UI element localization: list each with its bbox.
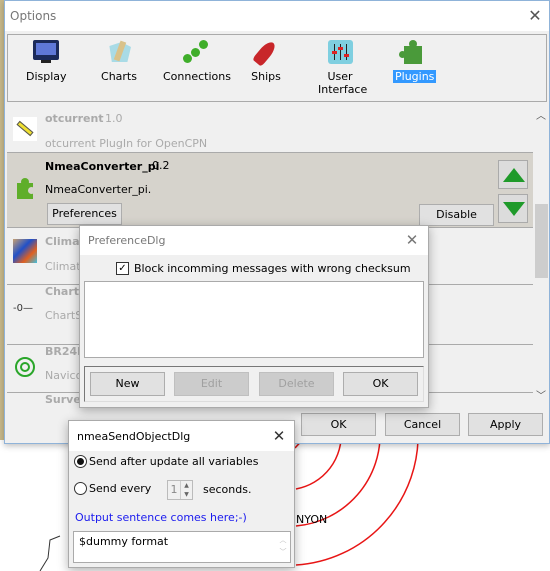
preference-titlebar[interactable]: PreferenceDlg ✕ <box>80 226 428 255</box>
options-titlebar[interactable]: Options ✕ <box>5 1 549 31</box>
toolbar-connections[interactable]: Connections <box>163 38 231 83</box>
textarea-scroll-icon[interactable]: ︿ ﹀ <box>278 534 288 558</box>
toolbar-display[interactable]: Display <box>26 38 67 83</box>
toolbar-plugins[interactable]: Plugins <box>393 38 437 83</box>
charts-icon <box>104 38 134 66</box>
plugin-list-scrollbar[interactable]: ︿ ﹀ <box>533 105 549 407</box>
plugin-row-nmeaconverter[interactable]: NmeaConverter_pi 0.2 NmeaConverter_pi. P… <box>7 153 533 228</box>
connections-icon <box>180 38 210 66</box>
nmea-titlebar[interactable]: nmeaSendObjectDlg ✕ <box>69 421 294 451</box>
monitor-icon <box>31 38 61 66</box>
chart-scale-icon: -0— <box>13 303 33 314</box>
options-title: Options <box>10 9 57 23</box>
arrow-down-icon <box>503 202 525 216</box>
move-up-button[interactable] <box>498 160 528 189</box>
block-checksum-checkbox[interactable]: ✓ <box>116 261 129 275</box>
range-ring-3 <box>295 440 419 566</box>
format-textarea[interactable]: $dummy format ︿ ﹀ <box>73 531 291 563</box>
spin-arrows-icon[interactable]: ▲ ▼ <box>180 481 192 499</box>
send-every-radio[interactable] <box>74 482 87 495</box>
nmea-send-dialog: nmeaSendObjectDlg ✕ Send after update al… <box>68 420 295 568</box>
format-text: $dummy format <box>79 535 169 548</box>
puzzle-icon <box>398 38 428 66</box>
preference-title: PreferenceDlg <box>88 234 166 247</box>
cancel-button[interactable]: Cancel <box>385 413 460 436</box>
rules-list[interactable] <box>84 281 424 358</box>
preferences-button[interactable]: Preferences <box>47 203 122 225</box>
block-checksum-option[interactable]: ✓ Block incomming messages with wrong ch… <box>116 260 411 276</box>
arrow-icon <box>13 117 37 141</box>
move-down-button[interactable] <box>498 194 528 223</box>
chart-label: NYON <box>296 513 328 526</box>
send-every-option[interactable]: Send every <box>74 482 151 495</box>
nmea-title: nmeaSendObjectDlg <box>77 430 191 443</box>
send-after-update-label: Send after update all variables <box>89 455 259 468</box>
disable-button[interactable]: Disable <box>419 204 494 226</box>
range-ring-1 <box>295 440 342 490</box>
radar-icon <box>13 355 37 379</box>
ship-icon <box>251 38 281 67</box>
preference-dialog: PreferenceDlg ✕ ✓ Block incomming messag… <box>79 225 429 408</box>
send-after-update-option[interactable]: Send after update all variables <box>74 455 258 468</box>
scroll-thumb[interactable] <box>535 204 548 278</box>
interval-spinner[interactable]: 1 ▲ ▼ <box>167 480 193 500</box>
close-icon[interactable]: ✕ <box>269 426 289 446</box>
plugin-row-otcurrent[interactable]: otcurrent 1.0 otcurrent PlugIn for OpenC… <box>7 105 533 153</box>
options-toolbar: Display Charts Connections Ships User In… <box>7 34 547 102</box>
close-icon[interactable]: ✕ <box>525 6 545 26</box>
close-icon[interactable]: ✕ <box>402 230 422 250</box>
scroll-down-icon[interactable]: ﹀ <box>533 387 549 402</box>
pref-ok-button[interactable]: OK <box>343 372 418 396</box>
interval-value[interactable]: 1 <box>168 481 180 499</box>
toolbar-charts[interactable]: Charts <box>101 38 137 83</box>
send-every-label: Send every <box>89 482 152 495</box>
edit-button[interactable]: Edit <box>174 372 249 396</box>
interval-unit-label: seconds. <box>203 483 252 496</box>
send-after-update-radio[interactable] <box>74 455 87 468</box>
delete-button[interactable]: Delete <box>259 372 334 396</box>
ok-button[interactable]: OK <box>301 413 376 436</box>
block-checksum-label: Block incomming messages with wrong chec… <box>134 261 411 275</box>
arrow-up-icon <box>503 168 525 182</box>
toolbar-user-interface[interactable]: User Interface <box>318 38 367 96</box>
toolbar-ships[interactable]: Ships <box>251 38 281 83</box>
puzzle-icon <box>13 177 37 201</box>
sliders-icon <box>325 38 355 66</box>
climatology-icon <box>13 239 37 263</box>
output-sentence-label: Output sentence comes here;-) <box>75 511 247 524</box>
apply-button[interactable]: Apply <box>468 413 543 436</box>
preference-button-bar: New Edit Delete OK <box>84 366 424 402</box>
new-button[interactable]: New <box>90 372 165 396</box>
scroll-up-icon[interactable]: ︿ <box>533 107 549 122</box>
